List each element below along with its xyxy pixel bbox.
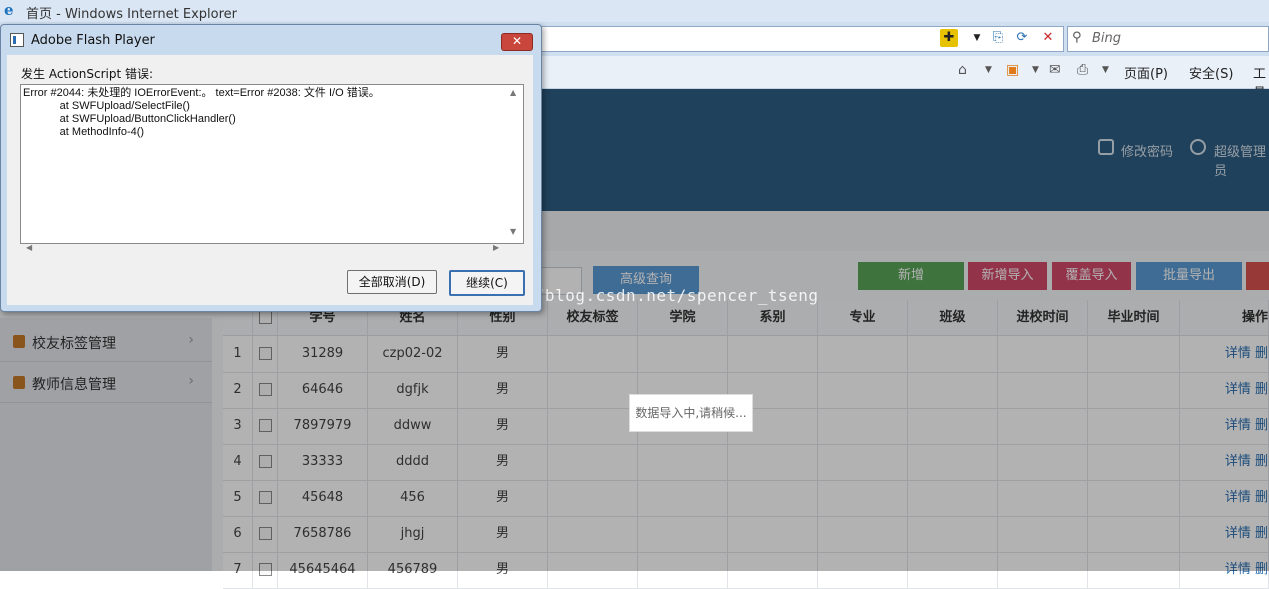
scroll-up-icon[interactable]: ▲ bbox=[510, 88, 516, 97]
refresh-icon[interactable]: ⟳ bbox=[1013, 29, 1031, 47]
print-dropdown-icon[interactable]: ▼ bbox=[1102, 65, 1109, 75]
compatibility-icon[interactable]: ⎘ bbox=[989, 29, 1007, 47]
menu-safety[interactable]: 安全(S) bbox=[1189, 63, 1233, 82]
home-dropdown-icon[interactable]: ▼ bbox=[985, 65, 992, 75]
compat-view-icon[interactable]: ✚ bbox=[940, 29, 958, 47]
scroll-down-icon[interactable]: ▼ bbox=[510, 227, 516, 236]
dismiss-all-button[interactable]: 全部取消(D) bbox=[347, 270, 437, 294]
error-text: Error #2044: 未处理的 IOErrorEvent:。 text=Er… bbox=[23, 87, 380, 138]
dialog-title: Adobe Flash Player bbox=[31, 33, 155, 48]
search-box-ie[interactable]: ⚲ Bing bbox=[1067, 26, 1269, 52]
close-button[interactable]: ✕ bbox=[501, 33, 533, 51]
loading-indicator: 数据导入中,请稍候... bbox=[629, 394, 753, 432]
flash-app-icon bbox=[10, 33, 24, 47]
continue-button[interactable]: 继续(C) bbox=[449, 270, 525, 296]
search-placeholder: Bing bbox=[1092, 31, 1122, 46]
dialog-heading: 发生 ActionScript 错误: bbox=[21, 67, 154, 81]
stop-icon[interactable]: ✕ bbox=[1039, 29, 1057, 47]
feeds-dropdown-icon[interactable]: ▼ bbox=[1032, 65, 1039, 75]
address-dropdown-icon[interactable]: ▼ bbox=[968, 29, 986, 47]
mail-icon[interactable]: ✉ bbox=[1049, 62, 1061, 78]
dialog-titlebar: Adobe Flash Player bbox=[7, 29, 535, 51]
flash-error-dialog: Adobe Flash Player ✕ 发生 ActionScript 错误:… bbox=[0, 24, 542, 312]
scroll-right-icon[interactable]: ▶ bbox=[493, 243, 499, 252]
feeds-icon[interactable]: ▣ bbox=[1006, 62, 1019, 78]
print-icon[interactable]: ⎙ bbox=[1077, 62, 1088, 78]
menu-page[interactable]: 页面(P) bbox=[1124, 63, 1168, 82]
dialog-body: 发生 ActionScript 错误: Error #2044: 未处理的 IO… bbox=[7, 55, 533, 305]
ie-logo-icon: e bbox=[4, 1, 14, 19]
search-icon: ⚲ bbox=[1072, 30, 1082, 45]
error-textarea[interactable]: Error #2044: 未处理的 IOErrorEvent:。 text=Er… bbox=[20, 84, 524, 252]
home-icon[interactable]: ⌂ bbox=[958, 62, 967, 78]
browser-titlebar: e 首页 - Windows Internet Explorer bbox=[0, 0, 1269, 23]
window-title: 首页 - Windows Internet Explorer bbox=[26, 7, 237, 22]
scroll-left-icon[interactable]: ◀ bbox=[26, 243, 32, 252]
